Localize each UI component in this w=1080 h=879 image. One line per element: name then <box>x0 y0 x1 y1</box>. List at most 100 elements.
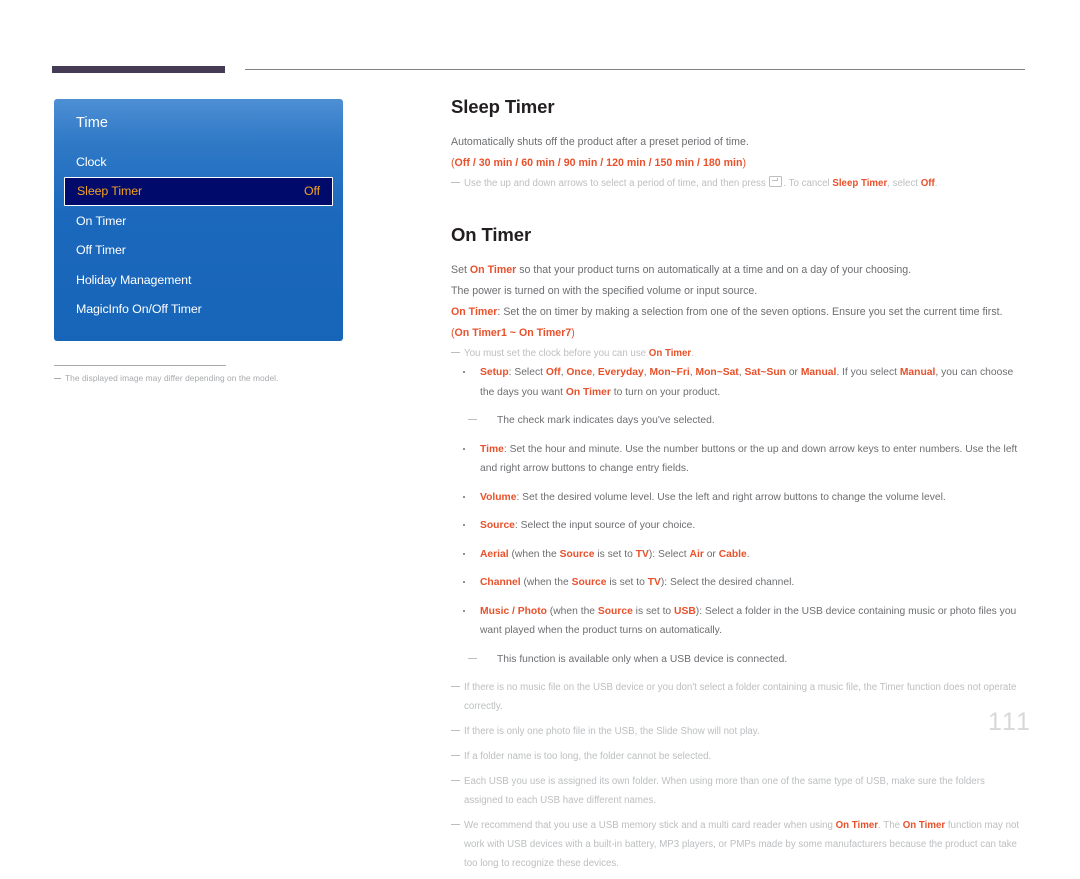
text-c: ): Select <box>648 548 690 560</box>
osd-item-on-timer[interactable]: On Timer <box>54 206 343 236</box>
bullet-time: Time: Set the hour and minute. Use the n… <box>451 440 1026 479</box>
bullet-dot-icon <box>463 524 466 527</box>
note-dash-icon <box>451 352 460 354</box>
on-timer-note-clock: You must set the clock before you can us… <box>451 344 1026 363</box>
opt-mon-sat: Mon~Sat <box>695 367 739 378</box>
bullet-dot-icon <box>463 609 466 612</box>
bullet-text: : Set the desired volume level. Use the … <box>516 491 946 503</box>
bullet-text: : Select the input source of your choice… <box>514 520 696 531</box>
final-note-b: . The <box>878 820 903 831</box>
bullet-text: : Set the hour and minute. Use the numbe… <box>480 443 1018 475</box>
text-a: (when the <box>508 548 560 560</box>
bullet-term-2: On Timer <box>565 386 611 398</box>
sleep-timer-option-list: Off / 30 min / 60 min / 90 min / 120 min… <box>454 157 743 169</box>
osd-item-off-timer[interactable]: Off Timer <box>54 236 343 266</box>
text-b: is set to <box>606 577 648 588</box>
sleep-timer-note: Use the up and down arrows to select a p… <box>451 174 1026 193</box>
tail-note-4: Each USB you use is assigned its own fol… <box>451 772 1026 810</box>
term-tv: TV <box>635 548 649 560</box>
note-text-b: . <box>691 348 694 359</box>
bullet-music-photo: Music / Photo (when the Source is set to… <box>451 602 1026 641</box>
bullet-text-b: . If you select <box>836 367 900 378</box>
text-b: is set to <box>594 548 636 560</box>
tail-note-text: Each USB you use is assigned its own fol… <box>464 776 985 806</box>
term-source: Source <box>597 605 633 617</box>
note-dash-icon <box>451 686 460 688</box>
bullet-term: Time <box>480 443 504 455</box>
subnote-usb-connected: This function is available only when a U… <box>468 650 1026 670</box>
on-timer-tail-notes: If there is no music file on the USB dev… <box>451 678 1026 873</box>
tail-note-5: We recommend that you use a USB memory s… <box>451 816 1026 873</box>
term-tv: TV <box>647 577 661 588</box>
final-note-term-2: On Timer <box>902 820 946 831</box>
text-b: is set to <box>632 605 675 617</box>
osd-item-label: Off Timer <box>76 243 126 258</box>
osd-item-label: On Timer <box>76 213 127 228</box>
left-footnote: The displayed image may differ depending… <box>54 373 374 383</box>
left-column: Time Clock Sleep Timer Off On Timer Off … <box>54 99 343 341</box>
text-or: or <box>703 548 719 560</box>
note-dash-icon <box>451 780 460 782</box>
on-timer-option-list: Setup: Select Off, Once, Everyday, Mon~F… <box>451 363 1026 669</box>
term-usb: USB <box>674 605 696 617</box>
on-timer-range-text: On Timer1 ~ On Timer7 <box>454 327 572 339</box>
note-term-off: Off <box>920 178 935 189</box>
osd-item-magicinfo-on-off-timer[interactable]: MagicInfo On/Off Timer <box>54 295 343 325</box>
p1-term: On Timer <box>469 264 517 276</box>
sleep-timer-intro: Automatically shuts off the product afte… <box>451 136 749 148</box>
final-note-a: We recommend that you use a USB memory s… <box>464 820 836 831</box>
note-text-c: , select <box>887 178 921 189</box>
enter-key-icon <box>769 176 783 187</box>
opt-sat-sun: Sat~Sun <box>744 367 786 378</box>
osd-item-value: Off <box>304 184 320 199</box>
osd-item-holiday-management[interactable]: Holiday Management <box>54 265 343 295</box>
subnote-text: The check mark indicates days you've sel… <box>497 415 715 426</box>
header-accent-bar <box>52 66 225 73</box>
text-or: or <box>785 367 801 378</box>
paren-close: ) <box>742 157 747 169</box>
osd-item-label: Sleep Timer <box>77 184 143 199</box>
subnote-check-mark: The check mark indicates days you've sel… <box>468 411 1026 431</box>
bullet-dot-icon <box>463 371 466 374</box>
right-column: Sleep Timer Automatically shuts off the … <box>451 96 1026 879</box>
note-dash-icon <box>468 657 477 659</box>
note-dash-icon <box>468 419 477 421</box>
header-rule <box>245 69 1025 70</box>
note-dash-icon <box>451 824 460 826</box>
osd-item-sleep-timer[interactable]: Sleep Timer Off <box>64 176 333 206</box>
bullet-term: Source <box>480 520 515 531</box>
tail-note-text: If there is only one photo file in the U… <box>464 726 760 737</box>
note-dash-icon <box>451 182 460 184</box>
bullet-term: Music / Photo <box>480 605 547 617</box>
bullet-channel: Channel (when the Source is set to TV): … <box>451 573 1026 593</box>
bullet-dot-icon <box>463 495 466 498</box>
note-text-a: Use the up and down arrows to select a p… <box>464 178 769 189</box>
text-d: . <box>746 548 750 560</box>
paren-close: ) <box>571 327 575 339</box>
bullet-setup: Setup: Select Off, Once, Everyday, Mon~F… <box>451 363 1026 402</box>
tail-note-3: If a folder name is too long, the folder… <box>451 747 1026 766</box>
bullet-source: Source: Select the input source of your … <box>451 516 1026 536</box>
bullet-text-a: : Select <box>508 367 546 378</box>
p3-text: : Set the on timer by making a selection… <box>497 306 1003 318</box>
opt-air: Air <box>689 548 704 560</box>
opt-manual: Manual <box>800 367 837 378</box>
on-timer-paragraph-3: On Timer: Set the on timer by making a s… <box>451 302 1026 323</box>
osd-item-label: Clock <box>76 154 107 169</box>
term-source: Source <box>559 548 595 560</box>
note-text-d: . <box>934 178 938 189</box>
bullet-aerial: Aerial (when the Source is set to TV): S… <box>451 545 1026 565</box>
opt-mon-fri: Mon~Fri <box>649 367 690 378</box>
tail-note-text: If a folder name is too long, the folder… <box>464 751 712 762</box>
tail-note-2: If there is only one photo file in the U… <box>451 722 1026 741</box>
bullet-volume: Volume: Set the desired volume level. Us… <box>451 488 1026 508</box>
note-text-a: You must set the clock before you can us… <box>464 348 649 359</box>
p1-text-b: so that your product turns on automatica… <box>516 264 912 276</box>
text-a: (when the <box>520 577 572 588</box>
bullet-term: Volume <box>480 491 517 503</box>
osd-item-label: MagicInfo On/Off Timer <box>76 302 202 317</box>
note-term-sleep-timer: Sleep Timer <box>832 178 888 189</box>
page-title-on-timer: On Timer <box>451 224 532 245</box>
osd-item-clock[interactable]: Clock <box>54 147 343 177</box>
tail-note-text: If there is no music file on the USB dev… <box>464 682 1017 712</box>
